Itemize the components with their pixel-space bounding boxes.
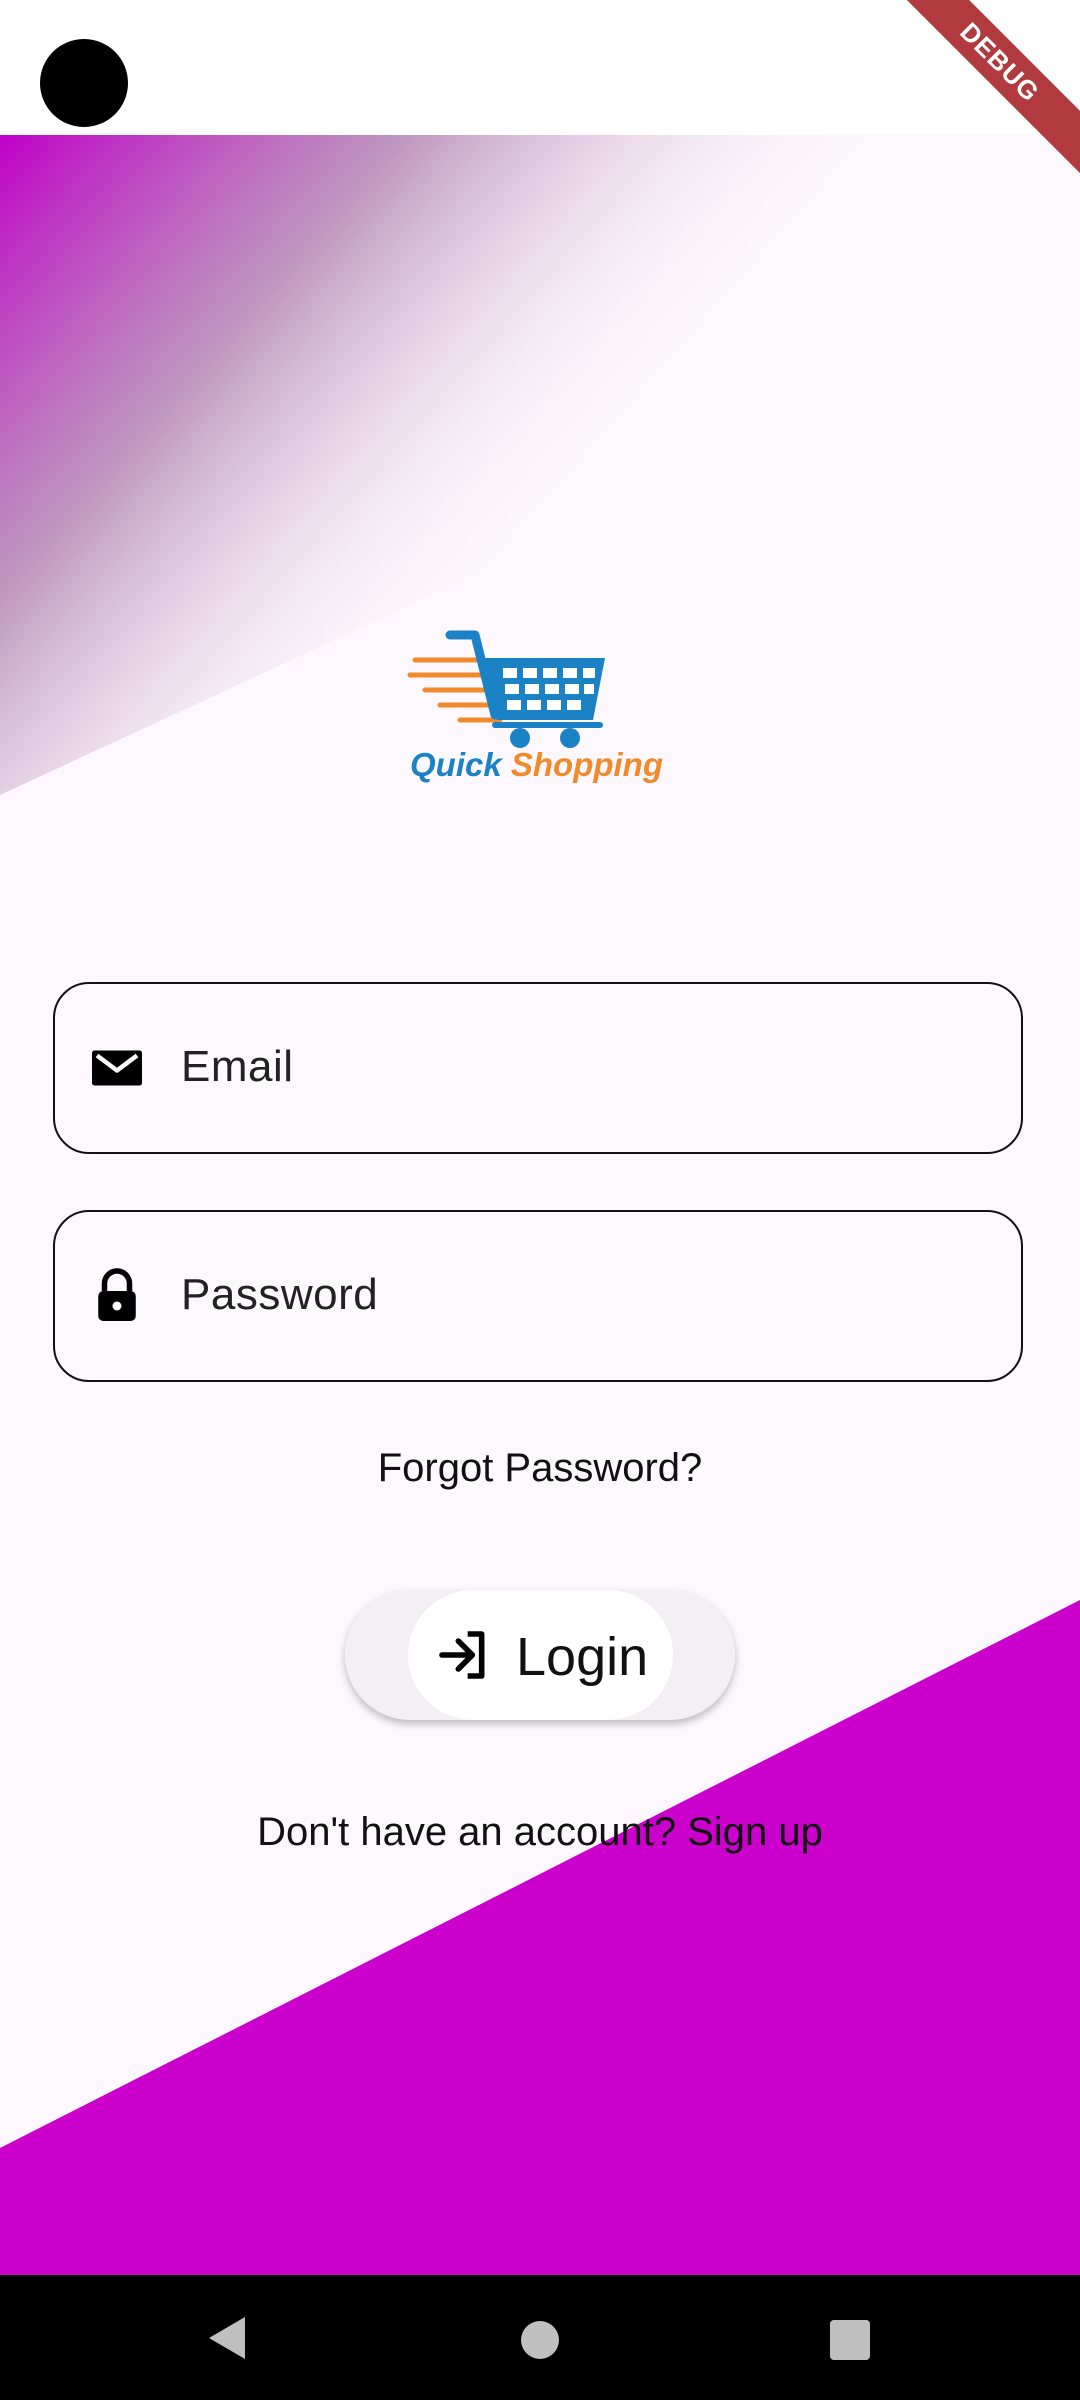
logo-text: Quick Shopping: [410, 746, 663, 784]
lock-icon: [98, 1268, 136, 1321]
login-icon: [439, 1631, 485, 1679]
notification-icon: [335, 48, 361, 78]
login-label: Login: [516, 1627, 649, 1687]
login-button[interactable]: Login: [345, 1590, 735, 1720]
logo-word-shopping: Shopping: [510, 746, 664, 783]
status-bar: 12:17: [0, 0, 1080, 135]
email-field[interactable]: Email: [53, 982, 1023, 1154]
back-icon[interactable]: [205, 2315, 249, 2361]
camera-cutout: [40, 39, 128, 127]
password-field[interactable]: Password: [53, 1210, 1023, 1382]
forgot-password-link[interactable]: Forgot Password?: [0, 1446, 1080, 1491]
login-button-highlight: Login: [408, 1590, 673, 1720]
status-time: 12:17: [160, 40, 256, 82]
navigation-bar: [0, 2275, 1080, 2400]
password-placeholder: Password: [181, 1270, 379, 1319]
home-icon[interactable]: [521, 2321, 559, 2359]
recents-icon[interactable]: [830, 2320, 870, 2360]
mail-icon: [92, 1050, 142, 1086]
email-placeholder: Email: [181, 1042, 294, 1091]
signup-link[interactable]: Don't have an account? Sign up: [0, 1810, 1080, 1855]
notification-icon: [285, 48, 311, 78]
logo-word-quick: Quick: [410, 746, 502, 783]
